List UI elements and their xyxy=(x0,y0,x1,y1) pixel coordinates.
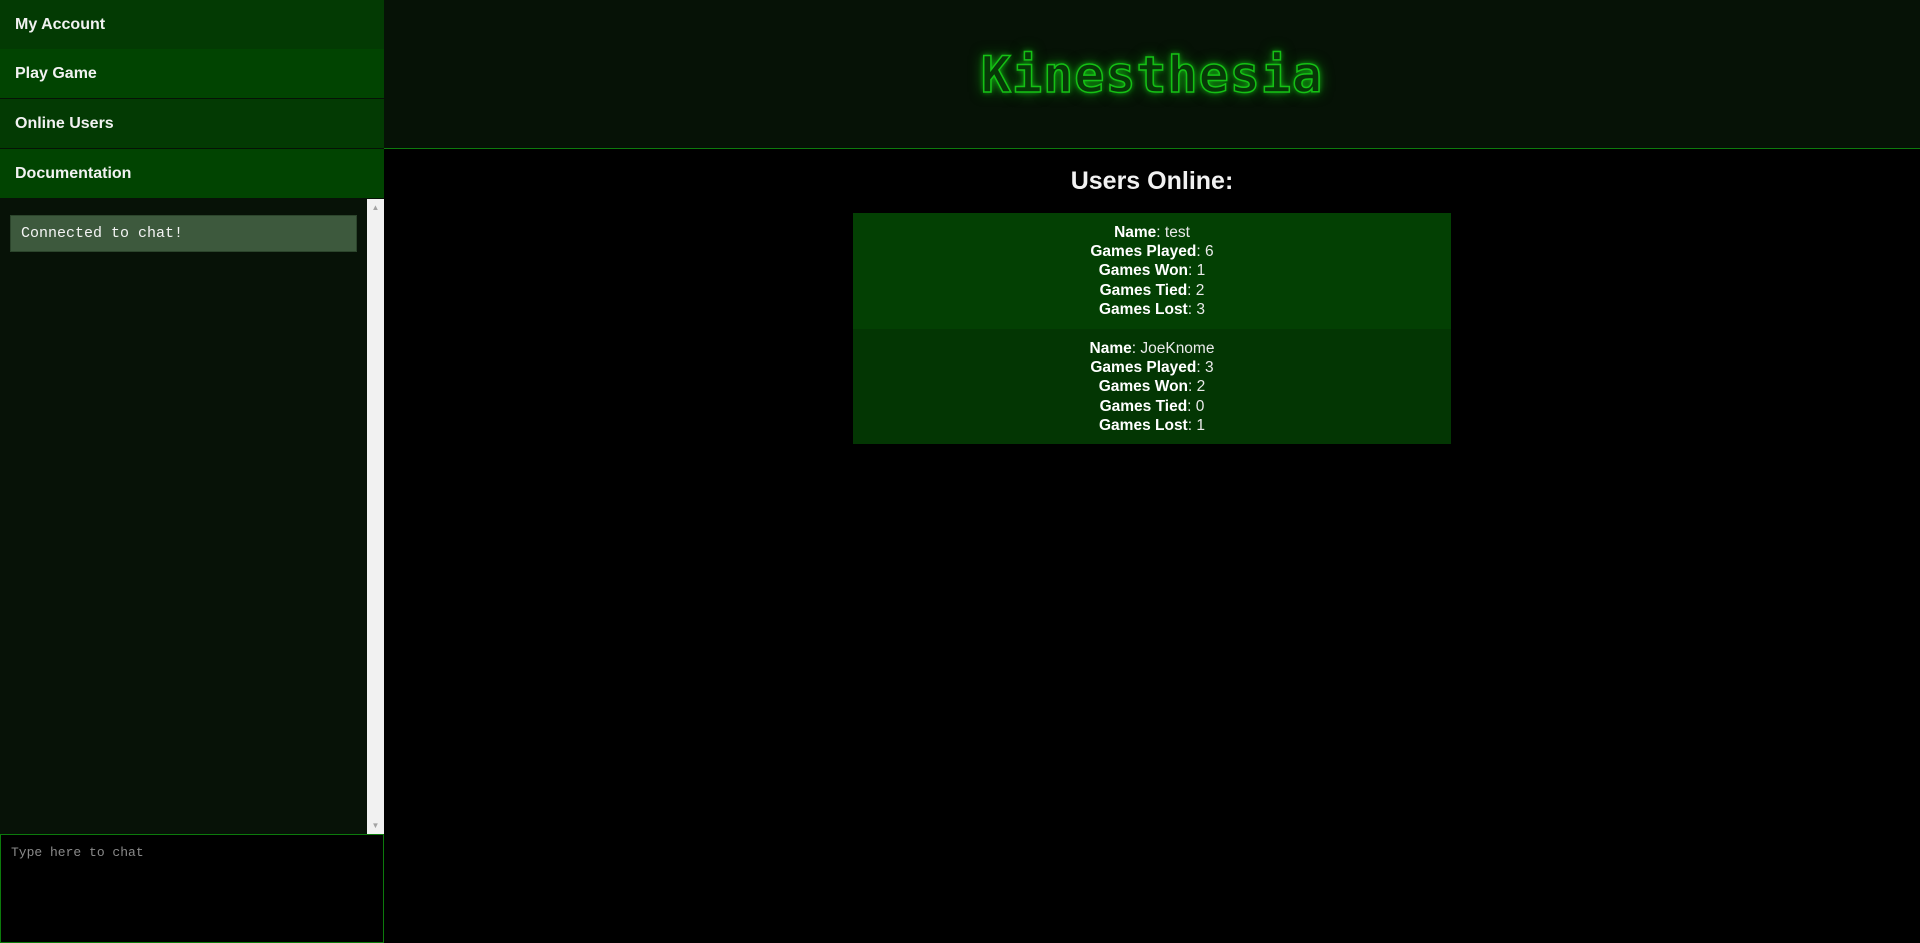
games-tied-row: Games Tied: 2 xyxy=(1099,281,1205,299)
games-lost-value: 3 xyxy=(1196,300,1205,318)
field-label: Games Tied xyxy=(1099,281,1188,299)
field-label: Games Tied xyxy=(1099,397,1188,415)
games-lost-row: Games Lost: 3 xyxy=(1099,300,1205,318)
games-played-value: 6 xyxy=(1204,243,1214,261)
nav-online-users[interactable]: Online Users xyxy=(0,99,384,148)
sidebar: My Account Play Game Online Users Docume… xyxy=(0,0,384,943)
scroll-down-arrow-icon[interactable]: ▼ xyxy=(367,817,384,834)
chat-message: Connected to chat! xyxy=(10,215,357,252)
chat-input[interactable] xyxy=(0,834,384,943)
user-name: JoeKnome xyxy=(1140,340,1215,357)
page-title: Users Online: xyxy=(1070,167,1234,195)
field-label: Games Lost xyxy=(1099,416,1188,434)
nav-play-game[interactable]: Play Game xyxy=(0,49,384,98)
games-lost-row: Games Lost: 1 xyxy=(1099,416,1205,434)
field-label: Games Won xyxy=(1098,378,1189,396)
field-label: Games Played xyxy=(1090,243,1197,261)
users-list: Name: test Games Played: 6 Games Won: 1 … xyxy=(853,213,1451,444)
user-name: test xyxy=(1164,224,1190,241)
user-card: Name: JoeKnome Games Played: 3 Games Won… xyxy=(853,329,1451,444)
chat-scrollbar[interactable]: ▲ ▼ xyxy=(367,199,384,834)
scroll-up-arrow-icon[interactable]: ▲ xyxy=(367,199,384,216)
chat-log[interactable]: Connected to chat! xyxy=(0,199,367,834)
games-played-row: Games Played: 6 xyxy=(1090,243,1214,261)
field-label: Name xyxy=(1114,224,1157,241)
field-label: Games Won xyxy=(1098,262,1189,280)
nav-my-account[interactable]: My Account xyxy=(0,0,384,49)
games-won-value: 2 xyxy=(1196,378,1206,396)
user-name-row: Name: test xyxy=(1114,224,1190,241)
games-lost-value: 1 xyxy=(1196,416,1205,434)
header: Kinesthesia xyxy=(384,0,1920,149)
games-tied-value: 0 xyxy=(1195,397,1205,415)
field-label: Games Lost xyxy=(1099,300,1188,318)
site-logo: Kinesthesia xyxy=(980,45,1324,105)
user-card: Name: test Games Played: 6 Games Won: 1 … xyxy=(853,213,1451,329)
field-label: Games Played xyxy=(1090,359,1197,377)
games-played-row: Games Played: 3 xyxy=(1090,359,1214,377)
games-won-row: Games Won: 1 xyxy=(1098,262,1206,280)
games-won-row: Games Won: 2 xyxy=(1098,378,1206,396)
nav-documentation[interactable]: Documentation xyxy=(0,149,384,198)
user-name-row: Name: JoeKnome xyxy=(1089,340,1215,357)
games-won-value: 1 xyxy=(1196,262,1206,280)
games-tied-value: 2 xyxy=(1195,281,1205,299)
games-tied-row: Games Tied: 0 xyxy=(1099,397,1205,415)
main-content: Users Online: Name: test Games Played: 6… xyxy=(384,149,1920,943)
field-label: Name xyxy=(1089,340,1132,357)
games-played-value: 3 xyxy=(1204,359,1214,377)
